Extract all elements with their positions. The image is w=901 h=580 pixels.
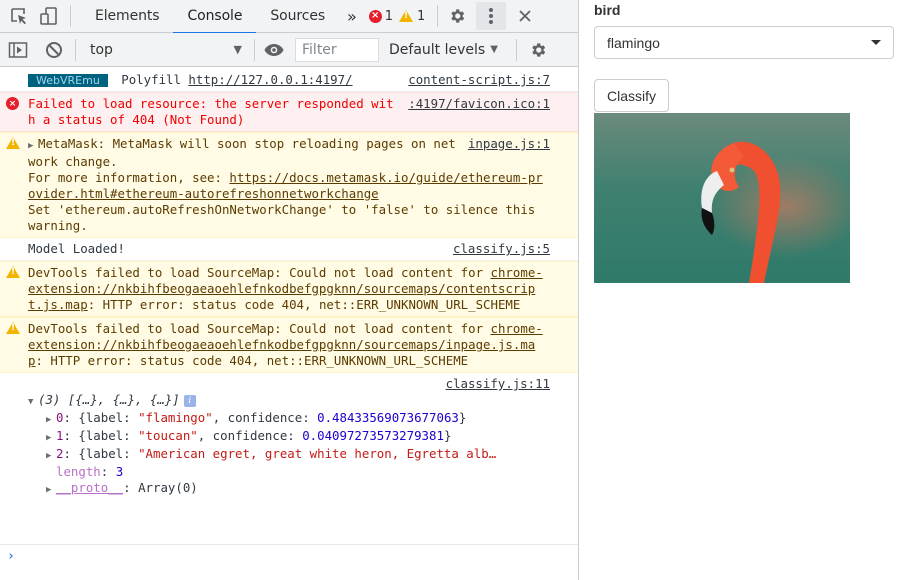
message-text: Set 'ethereum.autoRefreshOnNetworkChange… — [28, 202, 536, 233]
array-item[interactable]: ▶ 0: {label: "flamingo", confidence: 0.48… — [28, 410, 550, 428]
console-messages: content-script.js:7 WebVREmu Polyfill ht… — [0, 68, 578, 580]
warning-icon: ! — [6, 322, 20, 334]
more-options-icon[interactable] — [476, 2, 507, 30]
warning-counter[interactable]: ! 1 — [399, 9, 425, 24]
message-text: DevTools failed to load SourceMap: Could… — [28, 265, 491, 280]
error-icon: × — [6, 97, 19, 110]
devtools-tabbar: Elements Console Sources » × 1 ! 1 — [0, 0, 578, 34]
expand-triangle-icon[interactable]: ▶ — [46, 482, 56, 498]
length-value: 3 — [115, 464, 124, 479]
close-icon[interactable] — [512, 3, 538, 29]
caret-down-icon — [871, 40, 881, 45]
proto-value: Array(0) — [138, 480, 198, 495]
bird-select[interactable]: flamingo — [594, 26, 894, 59]
filter-input[interactable]: Filter — [295, 37, 379, 62]
context-select[interactable]: top ▼ — [80, 38, 248, 62]
warning-count: 1 — [417, 8, 426, 24]
item-label: "toucan" — [138, 428, 198, 443]
console-message-array: classify.js:11 ▼ (3) [{…}, {…}, {…}] i ▶ 0:… — [0, 373, 578, 502]
error-icon: × — [368, 9, 382, 23]
item-index: 0 — [56, 410, 64, 425]
dropdown-arrow-icon: ▼ — [490, 44, 498, 55]
item-label: "flamingo" — [138, 410, 213, 425]
source-link[interactable]: inpage.js:1 — [468, 136, 550, 152]
devtools-panel: Elements Console Sources » × 1 ! 1 top ▼… — [0, 0, 579, 580]
source-link[interactable]: content-script.js:7 — [408, 72, 550, 88]
tab-sources[interactable]: Sources — [256, 0, 339, 33]
live-expression-eye-icon[interactable] — [261, 37, 287, 63]
array-summary[interactable]: ▼ (3) [{…}, {…}, {…}] i — [28, 392, 550, 410]
web-page: bird flamingo Classify — [580, 0, 901, 580]
item-confidence: 0.48433569073677063 — [317, 410, 459, 425]
item-confidence: 0.04097273573279381 — [302, 428, 444, 443]
log-levels-dropdown[interactable]: Default levels ▼ — [389, 42, 498, 58]
warning-icon: ! — [6, 266, 20, 278]
length-key: length — [56, 464, 101, 479]
console-message-warning: ! inpage.js:1 ▶ MetaMask: MetaMask will s… — [0, 132, 578, 238]
array-summary-text: (3) [{…}, {…}, {…}] — [38, 392, 180, 407]
message-text: DevTools failed to load SourceMap: Could… — [28, 321, 491, 336]
message-text: : HTTP error: status code 404, net::ERR_… — [87, 297, 521, 312]
expand-triangle-icon[interactable]: ▶ — [28, 138, 38, 154]
settings-gear-icon[interactable] — [444, 3, 470, 29]
tab-console[interactable]: Console — [173, 0, 257, 34]
sidebar-toggle-icon[interactable] — [5, 37, 31, 63]
item-index: 1 — [56, 428, 64, 443]
message-text: Failed to load resource: the server resp… — [28, 96, 394, 127]
log-levels-label: Default levels — [389, 41, 486, 58]
inspect-element-icon[interactable] — [6, 3, 32, 29]
separator — [515, 38, 517, 61]
separator — [70, 5, 71, 27]
flamingo-image — [594, 113, 850, 283]
message-text: Polyfill — [121, 72, 181, 87]
error-count: 1 — [384, 8, 394, 24]
bird-select-label: bird — [594, 2, 621, 18]
console-message-log: classify.js:5 Model Loaded! — [0, 238, 578, 261]
classify-button[interactable]: Classify — [594, 79, 669, 112]
expand-triangle-icon[interactable]: ▶ — [46, 448, 56, 464]
array-length: length: 3 — [56, 464, 124, 479]
prompt-chevron-icon: › — [7, 549, 15, 564]
console-message-error: × :4197/favicon.ico:1 Failed to load res… — [0, 92, 578, 132]
info-icon[interactable]: i — [183, 394, 196, 407]
source-link[interactable]: :4197/favicon.ico:1 — [408, 96, 550, 112]
proto-key: __proto__ — [56, 480, 124, 495]
separator — [75, 38, 76, 61]
console-toolbar: top ▼ Filter Default levels ▼ — [0, 33, 578, 67]
error-counter[interactable]: × 1 — [368, 8, 394, 24]
context-value: top — [90, 41, 113, 58]
device-toolbar-icon[interactable] — [36, 3, 62, 29]
message-text: : HTTP error: status code 404, net::ERR_… — [35, 353, 469, 368]
item-index: 2 — [56, 446, 64, 461]
console-prompt[interactable]: › — [0, 544, 578, 574]
bird-select-value: flamingo — [607, 34, 660, 51]
webvremu-badge: WebVREmu — [28, 74, 108, 87]
separator — [437, 5, 439, 27]
tab-elements[interactable]: Elements — [81, 0, 173, 33]
message-text: Model Loaded! — [28, 241, 125, 256]
expand-triangle-icon[interactable]: ▶ — [46, 412, 56, 428]
console-settings-gear-icon[interactable] — [525, 37, 551, 63]
console-message-warning: ! DevTools failed to load SourceMap: Cou… — [0, 261, 578, 317]
dropdown-arrow-icon: ▼ — [233, 43, 242, 56]
warning-icon: ! — [399, 10, 414, 22]
source-link[interactable]: classify.js:5 — [453, 241, 550, 257]
warning-icon: ! — [6, 137, 20, 149]
more-tabs-button[interactable]: » — [339, 0, 365, 33]
array-item[interactable]: ▶ 2: {label: "American egret, great white… — [28, 446, 550, 464]
url-link[interactable]: http://127.0.0.1:4197/ — [188, 72, 352, 87]
console-message-warning: ! DevTools failed to load SourceMap: Cou… — [0, 317, 578, 373]
array-proto[interactable]: ▶ __proto__: Array(0) — [28, 480, 550, 498]
expand-triangle-icon[interactable]: ▶ — [46, 430, 56, 446]
message-text: MetaMask: MetaMask will soon stop reload… — [28, 136, 456, 169]
source-link[interactable]: classify.js:11 — [446, 376, 550, 391]
console-message-log: content-script.js:7 WebVREmu Polyfill ht… — [0, 68, 578, 92]
separator — [254, 38, 255, 61]
item-label: "American egret, great white heron, Egre… — [138, 446, 497, 461]
message-text: For more information, see: — [28, 170, 230, 185]
array-item[interactable]: ▶ 1: {label: "toucan", confidence: 0.0409… — [28, 428, 550, 446]
clear-console-icon[interactable] — [41, 37, 67, 63]
collapse-triangle-icon[interactable]: ▼ — [28, 394, 38, 410]
